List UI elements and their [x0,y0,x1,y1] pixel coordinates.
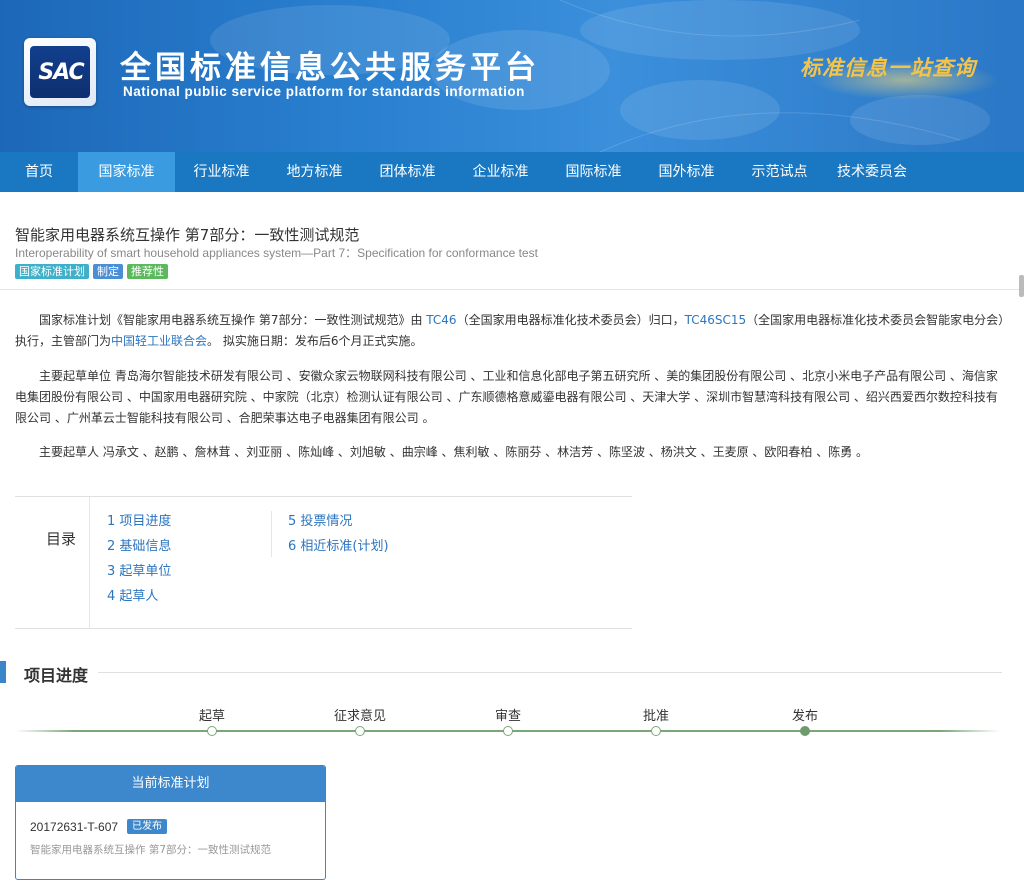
scrollbar-thumb[interactable] [1019,275,1024,297]
toc-separator [271,511,272,557]
step-label-review: 审查 [494,709,522,724]
nav-item-international[interactable]: 国际标准 [547,152,640,192]
step-label-publish: 发布 [791,709,819,724]
header-banner: SAC 全国标准信息公共服务平台 National public service… [0,0,1024,152]
title-divider [0,289,1024,290]
standard-title: 智能家用电器系统互操作 第7部分：一致性测试规范 [15,226,360,244]
table-of-contents: 目录 1 项目进度 2 基础信息 3 起草单位 4 起草人 5 投票情况 6 相… [15,496,632,629]
step-dot-comments [355,726,365,736]
toc-item-progress[interactable]: 1 项目进度 [107,513,171,538]
toc-item-drafters[interactable]: 4 起草人 [107,588,171,613]
nav-item-home[interactable]: 首页 [0,152,78,192]
step-dot-draft [207,726,217,736]
step-dot-publish [800,726,810,736]
nav-item-group[interactable]: 团体标准 [361,152,454,192]
plan-name: 智能家用电器系统互操作 第7部分：一致性测试规范 [30,844,272,856]
department-link[interactable]: 中国轻工业联合会 [111,334,207,348]
tc46-link[interactable]: TC46 [426,313,456,327]
tag-recommended: 推荐性 [127,264,168,279]
toc-label: 目录 [15,497,90,628]
toc-column-1: 1 项目进度 2 基础信息 3 起草单位 4 起草人 [107,513,171,613]
step-dot-approve [651,726,661,736]
nav-item-demo[interactable]: 示范试点 [733,152,826,192]
standard-title-en: Interoperability of smart household appl… [15,246,538,260]
nav-item-committee[interactable]: 技术委员会 [826,152,918,192]
current-plan-card[interactable]: 当前标准计划 20172631-T-607 已发布 智能家用电器系统互操作 第7… [15,765,326,880]
nav-item-industry[interactable]: 行业标准 [175,152,268,192]
intro-text: 国家标准计划《智能家用电器系统互操作 第7部分：一致性测试规范》由 [39,313,427,327]
toc-item-drafting-units[interactable]: 3 起草单位 [107,563,171,588]
slogan: 标准信息一站查询 [800,55,976,80]
sac-logo[interactable]: SAC [24,38,96,106]
logo-text: SAC [38,60,84,85]
nav-item-national[interactable]: 国家标准 [78,152,175,192]
status-badge: 已发布 [127,819,167,834]
nav-item-enterprise[interactable]: 企业标准 [454,152,547,192]
toc-item-similar-standards[interactable]: 6 相近标准(计划) [288,538,389,563]
site-title: 全国标准信息公共服务平台 [120,50,540,86]
drafting-units-paragraph: 主要起草单位 青岛海尔智能技术研发有限公司 、安徽众家云物联网科技有限公司 、工… [15,369,998,425]
main-nav: 首页 国家标准 行业标准 地方标准 团体标准 企业标准 国际标准 国外标准 示范… [0,152,1024,192]
toc-column-2: 5 投票情况 6 相近标准(计划) [288,513,389,563]
site-subtitle: National public service platform for sta… [123,84,525,99]
section-accent-bar [0,661,6,683]
toc-item-voting[interactable]: 5 投票情况 [288,513,389,538]
nav-item-foreign[interactable]: 国外标准 [640,152,733,192]
current-plan-header: 当前标准计划 [16,766,325,802]
intro-paragraph: 国家标准计划《智能家用电器系统互操作 第7部分：一致性测试规范》由 TC46（全… [15,310,1005,352]
intro-text: （全国家用电器标准化技术委员会）归口， [456,313,685,327]
section-rule [98,672,1002,673]
standard-tags: 国家标准计划 制定 推荐性 [15,264,168,279]
intro-text: 。 拟实施日期：发布后6个月正式实施。 [207,334,423,348]
tag-national-plan: 国家标准计划 [15,264,89,279]
toc-item-basic-info[interactable]: 2 基础信息 [107,538,171,563]
nav-item-local[interactable]: 地方标准 [268,152,361,192]
step-label-draft: 起草 [198,709,226,724]
section-title-progress: 项目进度 [24,666,89,685]
step-label-approve: 批准 [642,709,670,724]
plan-code[interactable]: 20172631-T-607 [30,820,118,834]
drafters-paragraph: 主要起草人 冯承文 、赵鹏 、詹林茸 、刘亚丽 、陈灿峰 、刘旭敏 、曲宗峰 、… [39,445,869,459]
step-label-comments: 征求意见 [333,709,387,724]
tc46sc15-link[interactable]: TC46SC15 [685,313,747,327]
step-dot-review [503,726,513,736]
tag-formulate: 制定 [93,264,123,279]
